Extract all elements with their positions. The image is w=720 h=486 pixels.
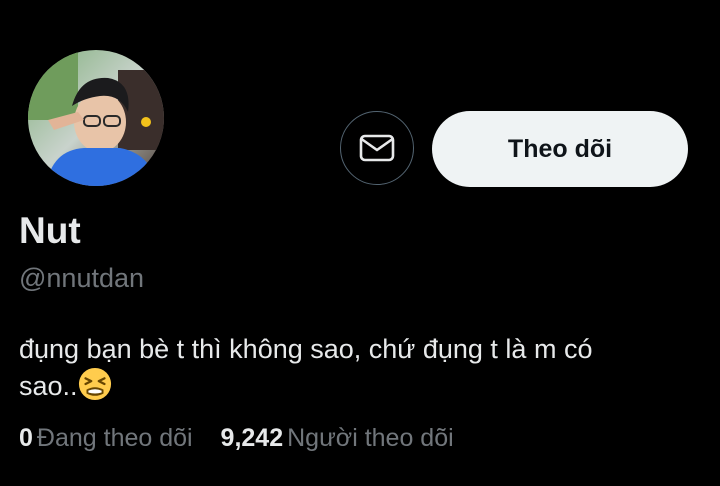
- following-label: Đang theo dõi: [36, 424, 193, 452]
- avatar-photo-icon: [28, 50, 164, 186]
- followers-label: Người theo dõi: [287, 424, 454, 452]
- tired-face-emoji-icon: [78, 367, 111, 401]
- message-button[interactable]: [340, 111, 414, 185]
- bio-line-2: sao..: [19, 367, 709, 404]
- follow-stats: 0 Đang theo dõi 9,242 Người theo dõi: [19, 420, 454, 456]
- bio-line-1: đụng bạn bè t thì không sao, chứ đụng t …: [19, 334, 593, 364]
- following-count: 0: [19, 424, 33, 452]
- followers-count: 9,242: [220, 424, 284, 452]
- bio-line-2-text: sao..: [19, 371, 78, 401]
- profile-bio: đụng bạn bè t thì không sao, chứ đụng t …: [19, 331, 709, 404]
- profile-avatar[interactable]: [26, 48, 166, 188]
- follow-button-label: Theo dõi: [507, 134, 613, 163]
- user-handle: @nnutdan: [19, 263, 145, 293]
- following-stat[interactable]: 0 Đang theo dõi: [19, 420, 193, 456]
- follow-button[interactable]: Theo dõi: [432, 111, 688, 187]
- display-name: Nut: [19, 210, 81, 251]
- envelope-icon: [359, 134, 395, 162]
- followers-stat[interactable]: 9,242 Người theo dõi: [221, 420, 454, 456]
